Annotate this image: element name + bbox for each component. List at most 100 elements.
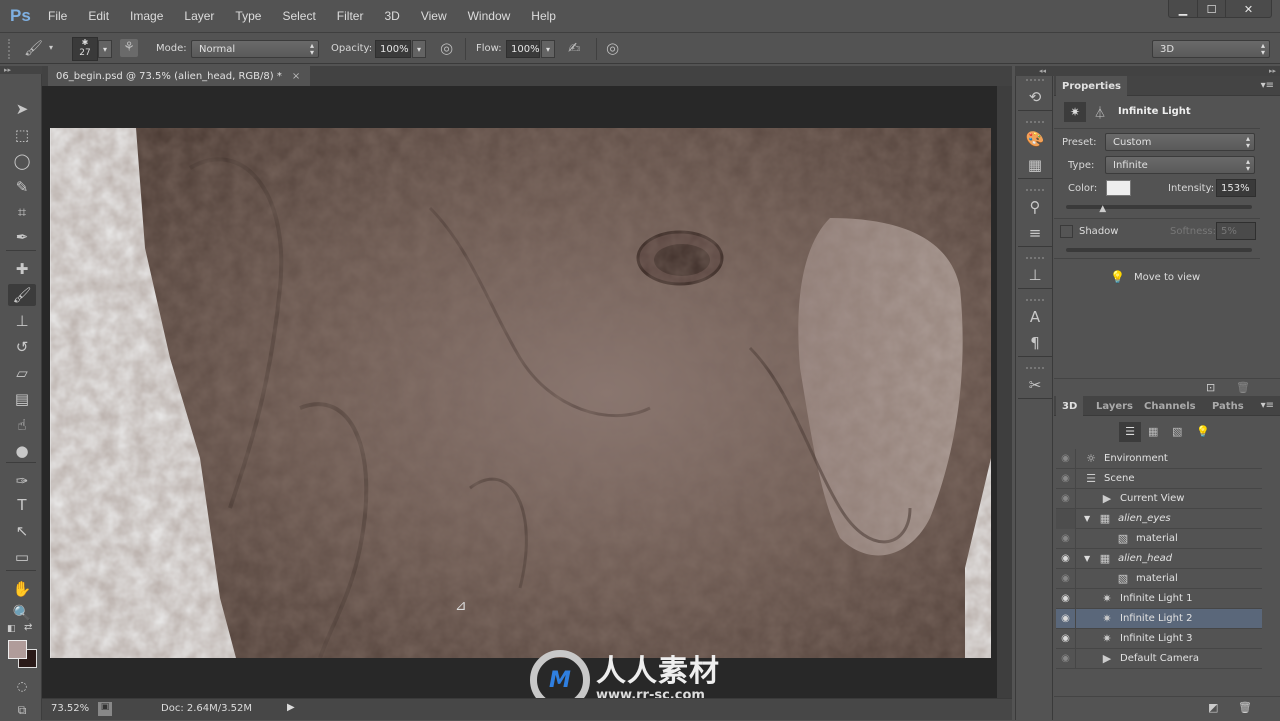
scene-row[interactable]: ◉ ✷ Infinite Light 2: [1056, 608, 1262, 629]
pen-tool-icon[interactable]: ✑: [8, 470, 36, 492]
scene-row[interactable]: ◉ ✷ Infinite Light 3: [1056, 628, 1262, 649]
brush-panel-toggle-icon[interactable]: ⚘: [120, 39, 138, 57]
intensity-input[interactable]: 153%: [1216, 179, 1256, 197]
screen-mode-icon[interactable]: ⧉: [8, 699, 36, 721]
minimize-button[interactable]: ▁: [1169, 0, 1197, 18]
document-info-icon[interactable]: ▣: [98, 702, 112, 716]
color-palette-icon[interactable]: 🎨: [1018, 126, 1052, 152]
light-properties-icon[interactable]: ✷: [1064, 102, 1086, 122]
menu-help[interactable]: Help: [531, 9, 556, 23]
tool-preset-brush-icon[interactable]: 🖌: [24, 39, 43, 57]
delete-icon[interactable]: 🗑: [1238, 701, 1252, 714]
scene-row[interactable]: ◉ ☼ Environment: [1056, 448, 1262, 469]
visibility-eye-icon[interactable]: ◉: [1056, 548, 1076, 569]
preset-select[interactable]: Custom ▴ ▾: [1105, 133, 1255, 151]
quick-selection-tool-icon[interactable]: ✎: [8, 176, 36, 198]
menu-select[interactable]: Select: [282, 9, 315, 23]
options-bar-grip[interactable]: [8, 39, 12, 59]
menu-file[interactable]: File: [48, 9, 67, 23]
close-tab-icon[interactable]: ×: [292, 71, 300, 82]
expand-triangle-icon[interactable]: ▼: [1084, 554, 1094, 563]
rectangle-tool-icon[interactable]: ▭: [8, 546, 36, 568]
close-button[interactable]: ✕: [1225, 0, 1271, 18]
light-coordinates-icon[interactable]: ⏃: [1094, 104, 1106, 121]
type-tool-icon[interactable]: T: [8, 494, 36, 516]
airbrush-icon[interactable]: ✍: [568, 39, 581, 57]
menu-3d[interactable]: 3D: [384, 9, 399, 23]
brush-picker-dropdown[interactable]: ▾: [98, 40, 112, 58]
scene-row[interactable]: ◉ ▧ material: [1056, 528, 1262, 549]
history-brush-tool-icon[interactable]: ↺: [8, 336, 36, 358]
menu-edit[interactable]: Edit: [88, 9, 109, 23]
visibility-eye-icon[interactable]: ◉: [1056, 528, 1076, 549]
expand-dock-icon[interactable]: ▸▸: [1269, 67, 1276, 75]
brush-presets-icon[interactable]: ⚲: [1018, 194, 1052, 220]
softness-slider-track[interactable]: [1066, 248, 1252, 252]
visibility-eye-icon[interactable]: ◉: [1056, 448, 1076, 469]
hand-tool-icon[interactable]: ✋: [8, 578, 36, 600]
intensity-slider-thumb[interactable]: ▲: [1099, 204, 1106, 214]
path-selection-tool-icon[interactable]: ↖: [8, 520, 36, 542]
gradient-tool-icon[interactable]: ▤: [8, 388, 36, 410]
status-menu-arrow[interactable]: ▶: [287, 702, 295, 713]
dodge-tool-icon[interactable]: ●: [8, 440, 36, 462]
scene-row[interactable]: ◉ ▶ Current View: [1056, 488, 1262, 509]
lasso-tool-icon[interactable]: ◯: [8, 150, 36, 172]
visibility-eye-icon[interactable]: ◉: [1056, 568, 1076, 589]
zoom-tool-icon[interactable]: 🔍: [8, 602, 36, 624]
visibility-eye-icon[interactable]: ◉: [1056, 628, 1076, 649]
move-to-view-icon[interactable]: 💡: [1110, 270, 1125, 284]
scene-row[interactable]: ◉ ▶ Default Camera: [1056, 648, 1262, 669]
visibility-eye-icon[interactable]: ◉: [1056, 488, 1076, 509]
scene-row[interactable]: ◉ ☰ Scene: [1056, 468, 1262, 489]
marquee-tool-icon[interactable]: ⬚: [8, 124, 36, 146]
workspace-select[interactable]: 3D ▴ ▾: [1152, 40, 1270, 58]
foreground-color-swatch[interactable]: [8, 640, 27, 659]
delete-icon[interactable]: 🗑: [1236, 381, 1250, 394]
tool-presets-icon[interactable]: ✂: [1018, 372, 1052, 398]
move-tool-icon[interactable]: ➤: [8, 98, 36, 120]
history-icon[interactable]: ⟲: [1018, 84, 1052, 110]
eraser-tool-icon[interactable]: ▱: [8, 362, 36, 384]
healing-brush-tool-icon[interactable]: ✚: [8, 258, 36, 280]
brush-size-picker[interactable]: ✱ 27: [72, 37, 98, 61]
move-to-view-button[interactable]: Move to view: [1134, 272, 1200, 283]
menu-window[interactable]: Window: [468, 9, 511, 23]
default-colors-icon[interactable]: ◧: [7, 624, 16, 634]
tab-layers[interactable]: Layers: [1090, 396, 1139, 416]
visibility-eye-icon[interactable]: ◉: [1056, 648, 1076, 669]
document-tab[interactable]: 06_begin.psd @ 73.5% (alien_head, RGB/8)…: [48, 66, 310, 86]
render-icon[interactable]: ⊡: [1206, 381, 1215, 394]
softness-input[interactable]: 5%: [1216, 222, 1256, 240]
new-light-icon[interactable]: ◩: [1208, 701, 1218, 714]
visibility-eye-icon[interactable]: [1056, 508, 1076, 529]
menu-image[interactable]: Image: [130, 9, 163, 23]
scene-row[interactable]: ▼ ▦ alien_eyes: [1056, 508, 1262, 529]
collapse-dock-icon[interactable]: ◂◂: [1039, 67, 1046, 75]
swap-colors-icon[interactable]: ⇄: [24, 622, 32, 633]
brush-panel-icon[interactable]: ≡: [1018, 220, 1052, 246]
eyedropper-tool-icon[interactable]: ✒: [8, 226, 36, 248]
clone-stamp-tool-icon[interactable]: ⊥: [8, 310, 36, 332]
tab-paths[interactable]: Paths: [1206, 396, 1250, 416]
tools-collapse-icon[interactable]: ▸▸: [0, 66, 42, 74]
opacity-input[interactable]: 100%: [375, 40, 411, 58]
tool-preset-dropdown-icon[interactable]: ▾: [49, 43, 53, 52]
shadow-checkbox[interactable]: [1060, 225, 1073, 238]
crop-tool-icon[interactable]: ⌗: [8, 201, 36, 223]
vertical-scrollbar[interactable]: [997, 86, 1012, 698]
quick-mask-icon[interactable]: ◌: [8, 675, 36, 697]
meshes-filter-icon[interactable]: ▦: [1148, 425, 1158, 438]
visibility-eye-icon[interactable]: ◉: [1056, 588, 1076, 609]
paragraph-icon[interactable]: ¶: [1018, 330, 1052, 356]
light-type-select[interactable]: Infinite ▴ ▾: [1105, 156, 1255, 174]
menu-layer[interactable]: Layer: [184, 9, 214, 23]
character-icon[interactable]: A: [1018, 304, 1052, 330]
light-color-swatch[interactable]: [1106, 180, 1131, 196]
blur-tool-icon[interactable]: ☝: [8, 414, 36, 436]
materials-filter-icon[interactable]: ▧: [1172, 425, 1182, 438]
visibility-eye-icon[interactable]: ◉: [1056, 468, 1076, 489]
panel-menu-icon[interactable]: ▾≡: [1261, 400, 1274, 411]
maximize-button[interactable]: ☐: [1197, 0, 1225, 18]
tab-properties[interactable]: Properties: [1056, 76, 1127, 96]
